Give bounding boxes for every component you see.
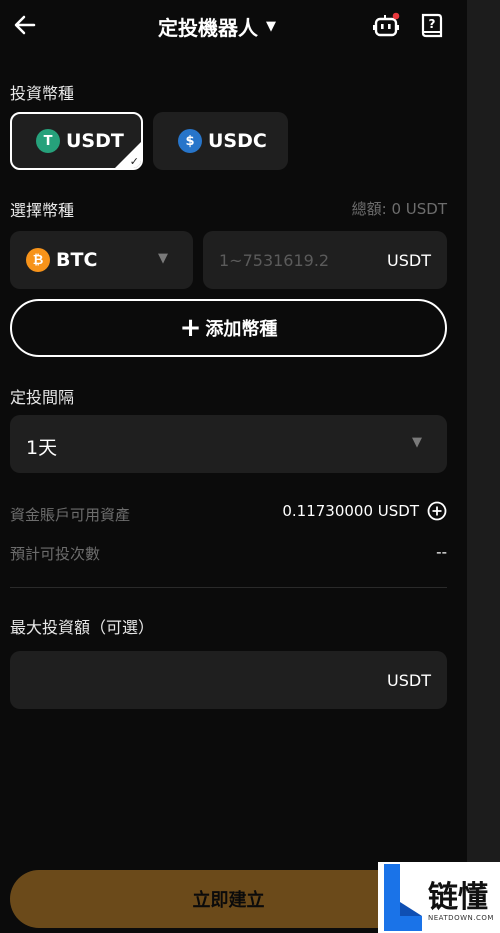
estimated-times-value: --	[436, 543, 447, 561]
coin-select-dropdown[interactable]: ₿ BTC ▼	[10, 231, 193, 289]
estimated-times-label: 預計可投次數	[10, 545, 101, 563]
coin-option-label: USDC	[208, 130, 267, 152]
max-invest-input[interactable]: USDT	[10, 651, 447, 709]
right-edge-strip	[467, 0, 500, 933]
watermark-logo: 链懂 NEATDOWN.COM	[378, 862, 500, 933]
available-assets-label: 資金賬戶可用資產	[10, 506, 131, 524]
watermark-text: 链懂	[428, 880, 488, 915]
selected-coin: BTC	[56, 249, 98, 271]
usdc-icon: $	[178, 129, 202, 153]
plus-circle-icon[interactable]	[427, 501, 447, 521]
max-invest-unit: USDT	[387, 671, 431, 690]
amount-unit: USDT	[387, 251, 431, 270]
amount-placeholder: 1~7531619.2	[219, 251, 330, 270]
add-coin-label: 添加幣種	[205, 319, 278, 340]
select-coin-label: 選擇幣種	[10, 201, 75, 220]
robot-icon[interactable]	[373, 11, 401, 39]
coin-option-usdc[interactable]: $ USDC	[153, 112, 288, 170]
divider	[10, 587, 447, 588]
check-icon: ✓	[129, 155, 139, 168]
amount-input[interactable]: 1~7531619.2 USDT	[203, 231, 447, 289]
interval-label: 定投間隔	[10, 388, 75, 407]
available-assets-value: 0.11730000 USDT	[282, 502, 419, 520]
interval-dropdown[interactable]: 1天 ▼	[10, 415, 447, 473]
caret-down-icon: ▼	[266, 18, 276, 34]
add-coin-button[interactable]: + 添加幣種	[10, 299, 447, 357]
caret-down-icon: ▼	[158, 251, 168, 266]
page-title-text: 定投機器人	[158, 15, 258, 40]
available-assets-row: 0.11730000 USDT	[282, 501, 447, 521]
svg-text:?: ?	[429, 17, 436, 31]
bitcoin-icon: ₿	[26, 248, 50, 272]
coin-option-usdt[interactable]: T USDT ✓	[10, 112, 143, 170]
plus-icon: +	[179, 313, 202, 343]
tether-icon: T	[36, 129, 60, 153]
interval-value: 1天	[26, 437, 58, 459]
page-title[interactable]: 定投機器人 ▼	[158, 12, 276, 40]
back-arrow-icon[interactable]	[12, 12, 38, 38]
create-now-label: 立即建立	[192, 890, 265, 911]
watermark-subtext: NEATDOWN.COM	[428, 914, 494, 922]
max-invest-label: 最大投資額（可選）	[10, 618, 155, 637]
help-book-icon[interactable]: ?	[419, 11, 445, 39]
invest-coin-label: 投資幣種	[10, 84, 75, 103]
total-amount: 總額: 0 USDT	[351, 200, 447, 218]
caret-down-icon: ▼	[412, 435, 422, 450]
